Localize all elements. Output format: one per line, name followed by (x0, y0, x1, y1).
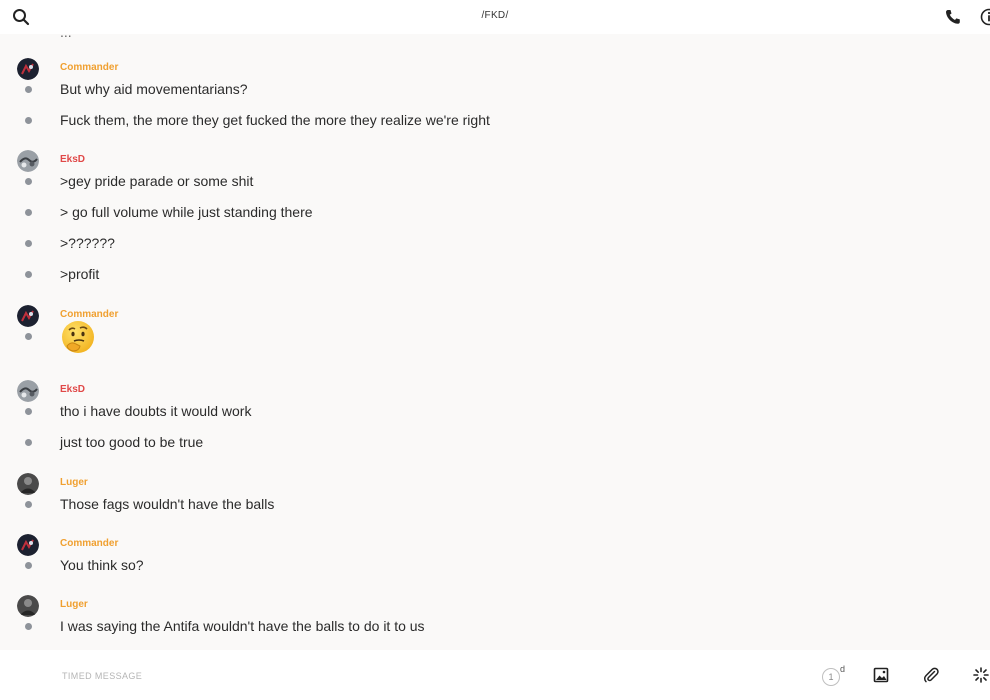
avatar-commander[interactable] (17, 58, 39, 80)
sparkle-icon[interactable] (973, 667, 989, 688)
info-icon[interactable] (980, 8, 990, 26)
author-name[interactable]: Luger (60, 477, 88, 488)
avatar-luger[interactable] (17, 595, 39, 617)
message-line[interactable]: Fuck them, the more they get fucked the … (0, 111, 990, 131)
avatar-luger[interactable] (17, 473, 39, 495)
read-indicator-dot (25, 209, 32, 216)
message-text: just too good to be true (60, 434, 204, 450)
cutoff-message-text: ... (60, 34, 72, 40)
message-line[interactable] (0, 321, 990, 353)
read-indicator-dot (25, 501, 32, 508)
message-line[interactable]: You think so? (0, 556, 990, 576)
message-feed[interactable]: ... Commander But why aid movementarians… (0, 34, 990, 650)
message-composer: 1 d (0, 650, 990, 700)
image-icon[interactable] (873, 667, 889, 688)
timed-message-input[interactable] (60, 664, 664, 688)
avatar-commander[interactable] (17, 305, 39, 327)
message-text: >profit (60, 266, 100, 282)
read-indicator-dot (25, 178, 32, 185)
message-line[interactable]: >gey pride parade or some shit (0, 172, 990, 192)
message-text: tho i have doubts it would work (60, 403, 252, 419)
author-name[interactable]: Commander (60, 62, 118, 73)
avatar-commander[interactable] (17, 534, 39, 556)
message-text: Those fags wouldn't have the balls (60, 496, 275, 512)
read-indicator-dot (25, 117, 32, 124)
read-indicator-dot (25, 271, 32, 278)
conversation-title: /FKD/ (481, 10, 509, 21)
message-line[interactable]: > go full volume while just standing the… (0, 203, 990, 223)
message-text: >gey pride parade or some shit (60, 173, 254, 189)
message-text: >?????? (60, 235, 115, 251)
message-text: Fuck them, the more they get fucked the … (60, 112, 490, 128)
read-indicator-dot (25, 333, 32, 340)
paperclip-icon[interactable] (923, 667, 939, 688)
avatar-eksd[interactable] (17, 380, 39, 402)
author-name[interactable]: Luger (60, 599, 88, 610)
timer-value: 1 (822, 668, 840, 686)
read-indicator-dot (25, 240, 32, 247)
message-text: But why aid movementarians? (60, 81, 248, 97)
phone-icon[interactable] (944, 8, 962, 26)
thinking-face-emoji (60, 319, 96, 355)
read-indicator-dot (25, 86, 32, 93)
header-bar: /FKD/ (0, 0, 990, 34)
author-name[interactable]: EksD (60, 154, 85, 165)
message-timer-button[interactable]: 1 d (822, 664, 848, 688)
read-indicator-dot (25, 408, 32, 415)
message-line[interactable]: just too good to be true (0, 433, 990, 453)
read-indicator-dot (25, 562, 32, 569)
message-line[interactable]: But why aid movementarians? (0, 80, 990, 100)
message-text: I was saying the Antifa wouldn't have th… (60, 618, 425, 634)
message-line[interactable]: I was saying the Antifa wouldn't have th… (0, 617, 990, 637)
avatar-eksd[interactable] (17, 150, 39, 172)
author-name[interactable]: Commander (60, 538, 118, 549)
author-name[interactable]: EksD (60, 384, 85, 395)
read-indicator-dot (25, 623, 32, 630)
message-line[interactable]: tho i have doubts it would work (0, 402, 990, 422)
message-line[interactable]: >?????? (0, 234, 990, 254)
message-text: > go full volume while just standing the… (60, 204, 313, 220)
timer-unit: d (840, 664, 846, 674)
message-text: You think so? (60, 557, 144, 573)
message-line[interactable]: >profit (0, 265, 990, 285)
read-indicator-dot (25, 439, 32, 446)
message-line[interactable]: Those fags wouldn't have the balls (0, 495, 990, 515)
chat-window: /FKD/ ... Commander (0, 0, 990, 700)
